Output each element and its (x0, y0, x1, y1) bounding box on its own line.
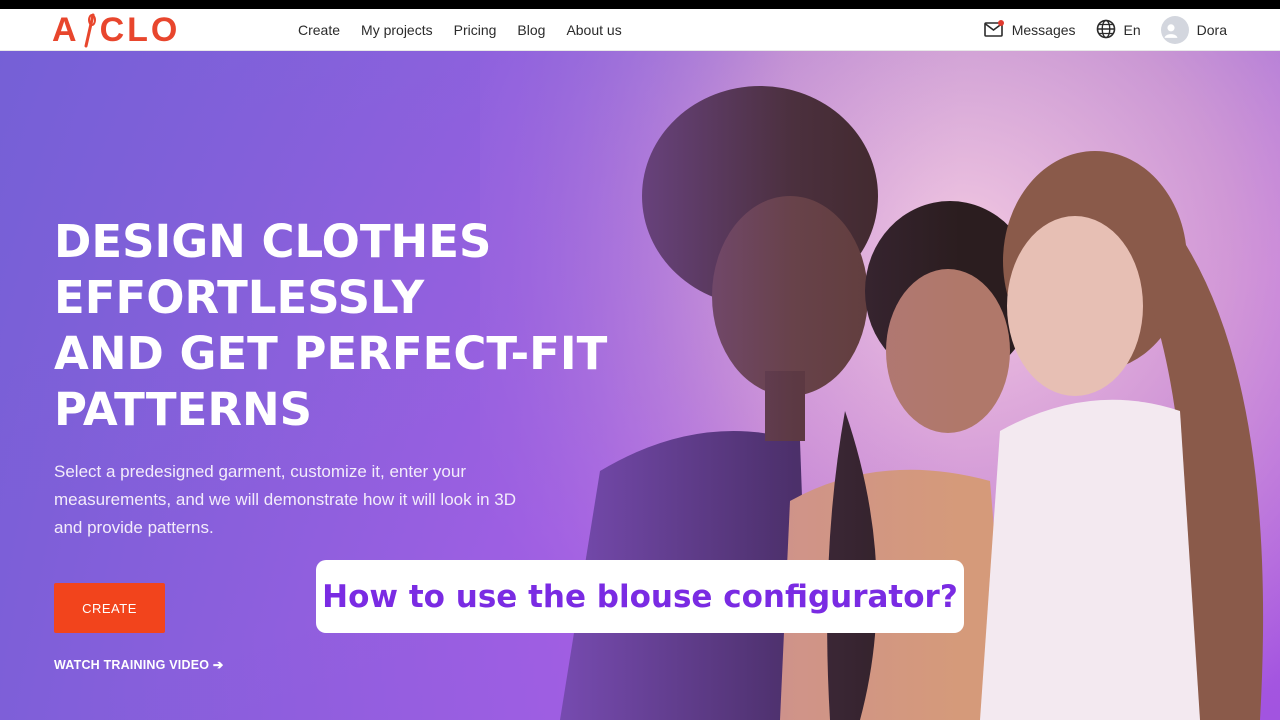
description-line-3: and provide patterns. (54, 518, 214, 537)
headline-line-1: DESIGN CLOTHES (54, 215, 492, 268)
nav-pricing[interactable]: Pricing (454, 22, 497, 38)
main-nav: Create My projects Pricing Blog About us (298, 9, 622, 51)
language-label: En (1123, 22, 1141, 38)
create-button[interactable]: CREATE (54, 583, 165, 633)
nav-create[interactable]: Create (298, 22, 340, 38)
user-menu[interactable]: Dora (1160, 16, 1227, 44)
header-right-nav: Messages En Dora (983, 9, 1227, 51)
video-top-letterbox (0, 0, 1280, 9)
envelope-icon (983, 19, 1012, 41)
brand-logo[interactable]: A CLO (52, 12, 180, 48)
globe-icon (1096, 19, 1124, 42)
watch-training-video-link[interactable]: WATCH TRAINING VIDEO ➔ (54, 657, 224, 672)
nav-blog[interactable]: Blog (517, 22, 545, 38)
description-line-1: Select a predesigned garment, customize … (54, 462, 466, 481)
messages-link[interactable]: Messages (983, 19, 1076, 41)
video-caption-text: How to use the blouse configurator? (322, 578, 958, 615)
headline-line-4: PATTERNS (54, 383, 313, 436)
needle-icon (80, 12, 100, 48)
video-caption-box: How to use the blouse configurator? (316, 560, 964, 633)
hero-description: Select a predesigned garment, customize … (54, 458, 554, 542)
hero-section: DESIGN CLOTHES EFFORTLESSLY AND GET PERF… (0, 51, 1280, 720)
headline-line-2: EFFORTLESSLY (54, 271, 425, 324)
logo-letters-clo: CLO (99, 11, 181, 49)
messages-label: Messages (1011, 22, 1076, 38)
site-header: A CLO Create My projects Pricing Blog Ab… (0, 9, 1280, 51)
headline-line-3: AND GET PERFECT-FIT (54, 327, 608, 380)
user-name: Dora (1196, 22, 1227, 38)
language-selector[interactable]: En (1096, 19, 1141, 42)
hero-headline: DESIGN CLOTHES EFFORTLESSLY AND GET PERF… (54, 214, 614, 438)
nav-my-projects[interactable]: My projects (361, 22, 433, 38)
nav-about-us[interactable]: About us (566, 22, 621, 38)
logo-letter-a: A (52, 11, 80, 49)
user-avatar-icon (1160, 16, 1189, 44)
description-line-2: measurements, and we will demonstrate ho… (54, 490, 517, 509)
